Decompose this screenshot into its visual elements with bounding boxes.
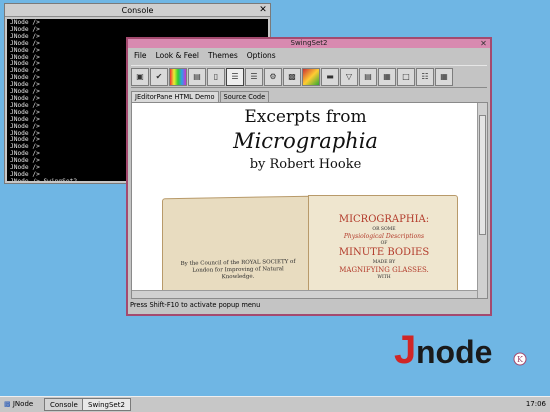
book-right-big: MINUTE BODIES	[338, 247, 430, 258]
jnode-logo-graphic: J node K	[394, 328, 527, 372]
tooltip-demo-icon[interactable]: □	[397, 67, 415, 86]
book-right-with: WITH	[377, 275, 391, 280]
book-right-title: MICROGRAPHIA:	[338, 214, 430, 225]
start-button[interactable]: ▩ JNode	[2, 398, 35, 411]
taskbar-button-console[interactable]: Console	[44, 398, 84, 411]
tree-demo-icon[interactable]: ☷	[416, 67, 434, 86]
option-pane-demo-icon[interactable]: ⚙	[264, 67, 282, 86]
page-heading-excerpts: Excerpts from	[244, 107, 367, 127]
table-demo-icon[interactable]: ▦	[378, 67, 396, 86]
close-icon[interactable]: ✕	[258, 5, 268, 15]
internal-frame-demo-icon[interactable]: ▣	[131, 67, 149, 86]
vertical-scroll-thumb[interactable]	[479, 115, 486, 235]
svg-text:K: K	[517, 355, 524, 364]
color-chooser-demo-icon[interactable]	[169, 67, 187, 86]
swingset-window[interactable]: SwingSet2 ✕ File Look & Feel Themes Opti…	[126, 37, 492, 316]
list-demo-icon[interactable]: ☰	[245, 67, 263, 86]
editor-pane-demo-icon[interactable]: ☰	[226, 67, 244, 86]
close-icon[interactable]: ✕	[479, 39, 488, 48]
book-left-page: By the Council of the ROYAL SOCIETY of L…	[162, 195, 310, 298]
book-right-of: OF	[380, 241, 388, 246]
progress-bar-demo-icon[interactable]: ▩	[283, 67, 301, 86]
start-label: JNode	[12, 400, 34, 408]
page-heading-title: Micrographia	[233, 129, 378, 153]
book-right-sub2: Physiological Descriptions	[343, 233, 425, 240]
clock: 17:06	[525, 400, 546, 408]
book-image: By the Council of the ROYAL SOCIETY of L…	[162, 193, 462, 298]
taskbar: ▩ JNode Console SwingSet2 17:06	[0, 396, 550, 412]
jnode-start-icon: ▩	[4, 400, 11, 408]
window-demo-icon[interactable]: ▦	[435, 67, 453, 86]
book-right-sub: OR SOME	[372, 227, 396, 232]
book-right-made: MADE BY	[372, 260, 396, 265]
menu-file[interactable]: File	[134, 49, 147, 63]
scroll-pane-demo-icon[interactable]	[302, 67, 320, 86]
page-heading-author: by Robert Hooke	[249, 157, 362, 172]
book-left-text: By the Council of the ROYAL SOCIETY of L…	[180, 258, 296, 281]
console-title[interactable]: Console	[5, 4, 270, 17]
menu-themes[interactable]: Themes	[208, 49, 238, 63]
jnode-logo: J node K	[392, 325, 532, 375]
horizontal-scrollbar[interactable]	[132, 290, 477, 298]
svg-text:J: J	[394, 328, 416, 372]
vertical-scrollbar[interactable]	[477, 103, 487, 298]
taskbar-button-swingset2[interactable]: SwingSet2	[82, 398, 131, 411]
file-chooser-demo-icon[interactable]: ▯	[207, 67, 225, 86]
book-right-mag: MAGNIFYING GLASSES.	[339, 266, 429, 274]
menubar: File Look & Feel Themes Options	[128, 49, 490, 63]
slider-demo-icon[interactable]: ▬	[321, 67, 339, 86]
logo-text-node: node	[416, 334, 492, 370]
tabbed-pane-demo-icon[interactable]: ▤	[359, 67, 377, 86]
menu-look-and-feel[interactable]: Look & Feel	[156, 49, 199, 63]
demo-toolbar: ▣ ✔ ▤ ▯ ☰ ☰ ⚙ ▩ ▬ ▽ ▤ ▦ □ ☷ ▦	[131, 65, 487, 88]
swingset-title[interactable]: SwingSet2	[128, 39, 490, 48]
html-editor-pane[interactable]: Excerpts from Micrographia by Robert Hoo…	[131, 102, 488, 299]
status-text: Press Shift-F10 to activate popup menu	[130, 301, 261, 309]
combobox-demo-icon[interactable]: ▤	[188, 67, 206, 86]
book-right-page: MICROGRAPHIA: OR SOME Physiological Desc…	[308, 195, 458, 297]
menu-options[interactable]: Options	[247, 49, 276, 63]
split-pane-demo-icon[interactable]: ▽	[340, 67, 358, 86]
button-demo-icon[interactable]: ✔	[150, 67, 168, 86]
